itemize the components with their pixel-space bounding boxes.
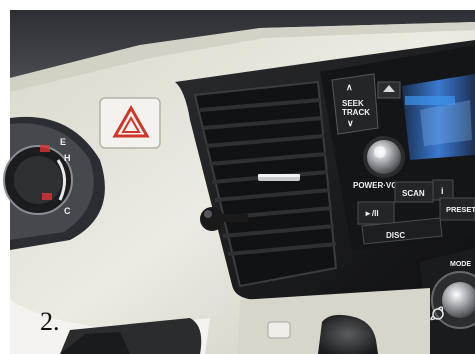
gauge-mark-c: C xyxy=(64,206,71,216)
photo-caption: 2. xyxy=(40,307,60,336)
seek-up-icon: ∧ xyxy=(346,82,353,92)
mode-label: MODE xyxy=(450,261,471,268)
power-volume-knob[interactable] xyxy=(363,136,405,178)
gauge-mark-h: H xyxy=(64,153,71,163)
presets-label: PRESETS xyxy=(446,205,475,214)
presets-button[interactable]: PRESETS xyxy=(439,197,475,221)
gauge-mark-e: E xyxy=(60,137,66,147)
scan-label: SCAN xyxy=(402,189,425,198)
info-label: i xyxy=(441,186,444,196)
seek-track-button[interactable]: ∧ SEEK TRACK ∨ xyxy=(331,73,379,135)
info-button[interactable]: i xyxy=(432,179,454,201)
dashboard-photo: E H C ∧ SEEK TRACK ∨ POWER·VOL SCAN i ►/… xyxy=(0,0,475,354)
hazard-button[interactable] xyxy=(99,97,161,149)
console-switch[interactable] xyxy=(267,321,291,339)
play-label: ►/II xyxy=(364,209,379,218)
seek-down-icon: ∨ xyxy=(347,118,354,128)
play-pause-button[interactable]: ►/II xyxy=(357,201,395,225)
scan-button[interactable]: SCAN xyxy=(394,181,434,203)
eject-button[interactable] xyxy=(377,81,401,99)
disc-label: DISC xyxy=(386,231,405,240)
